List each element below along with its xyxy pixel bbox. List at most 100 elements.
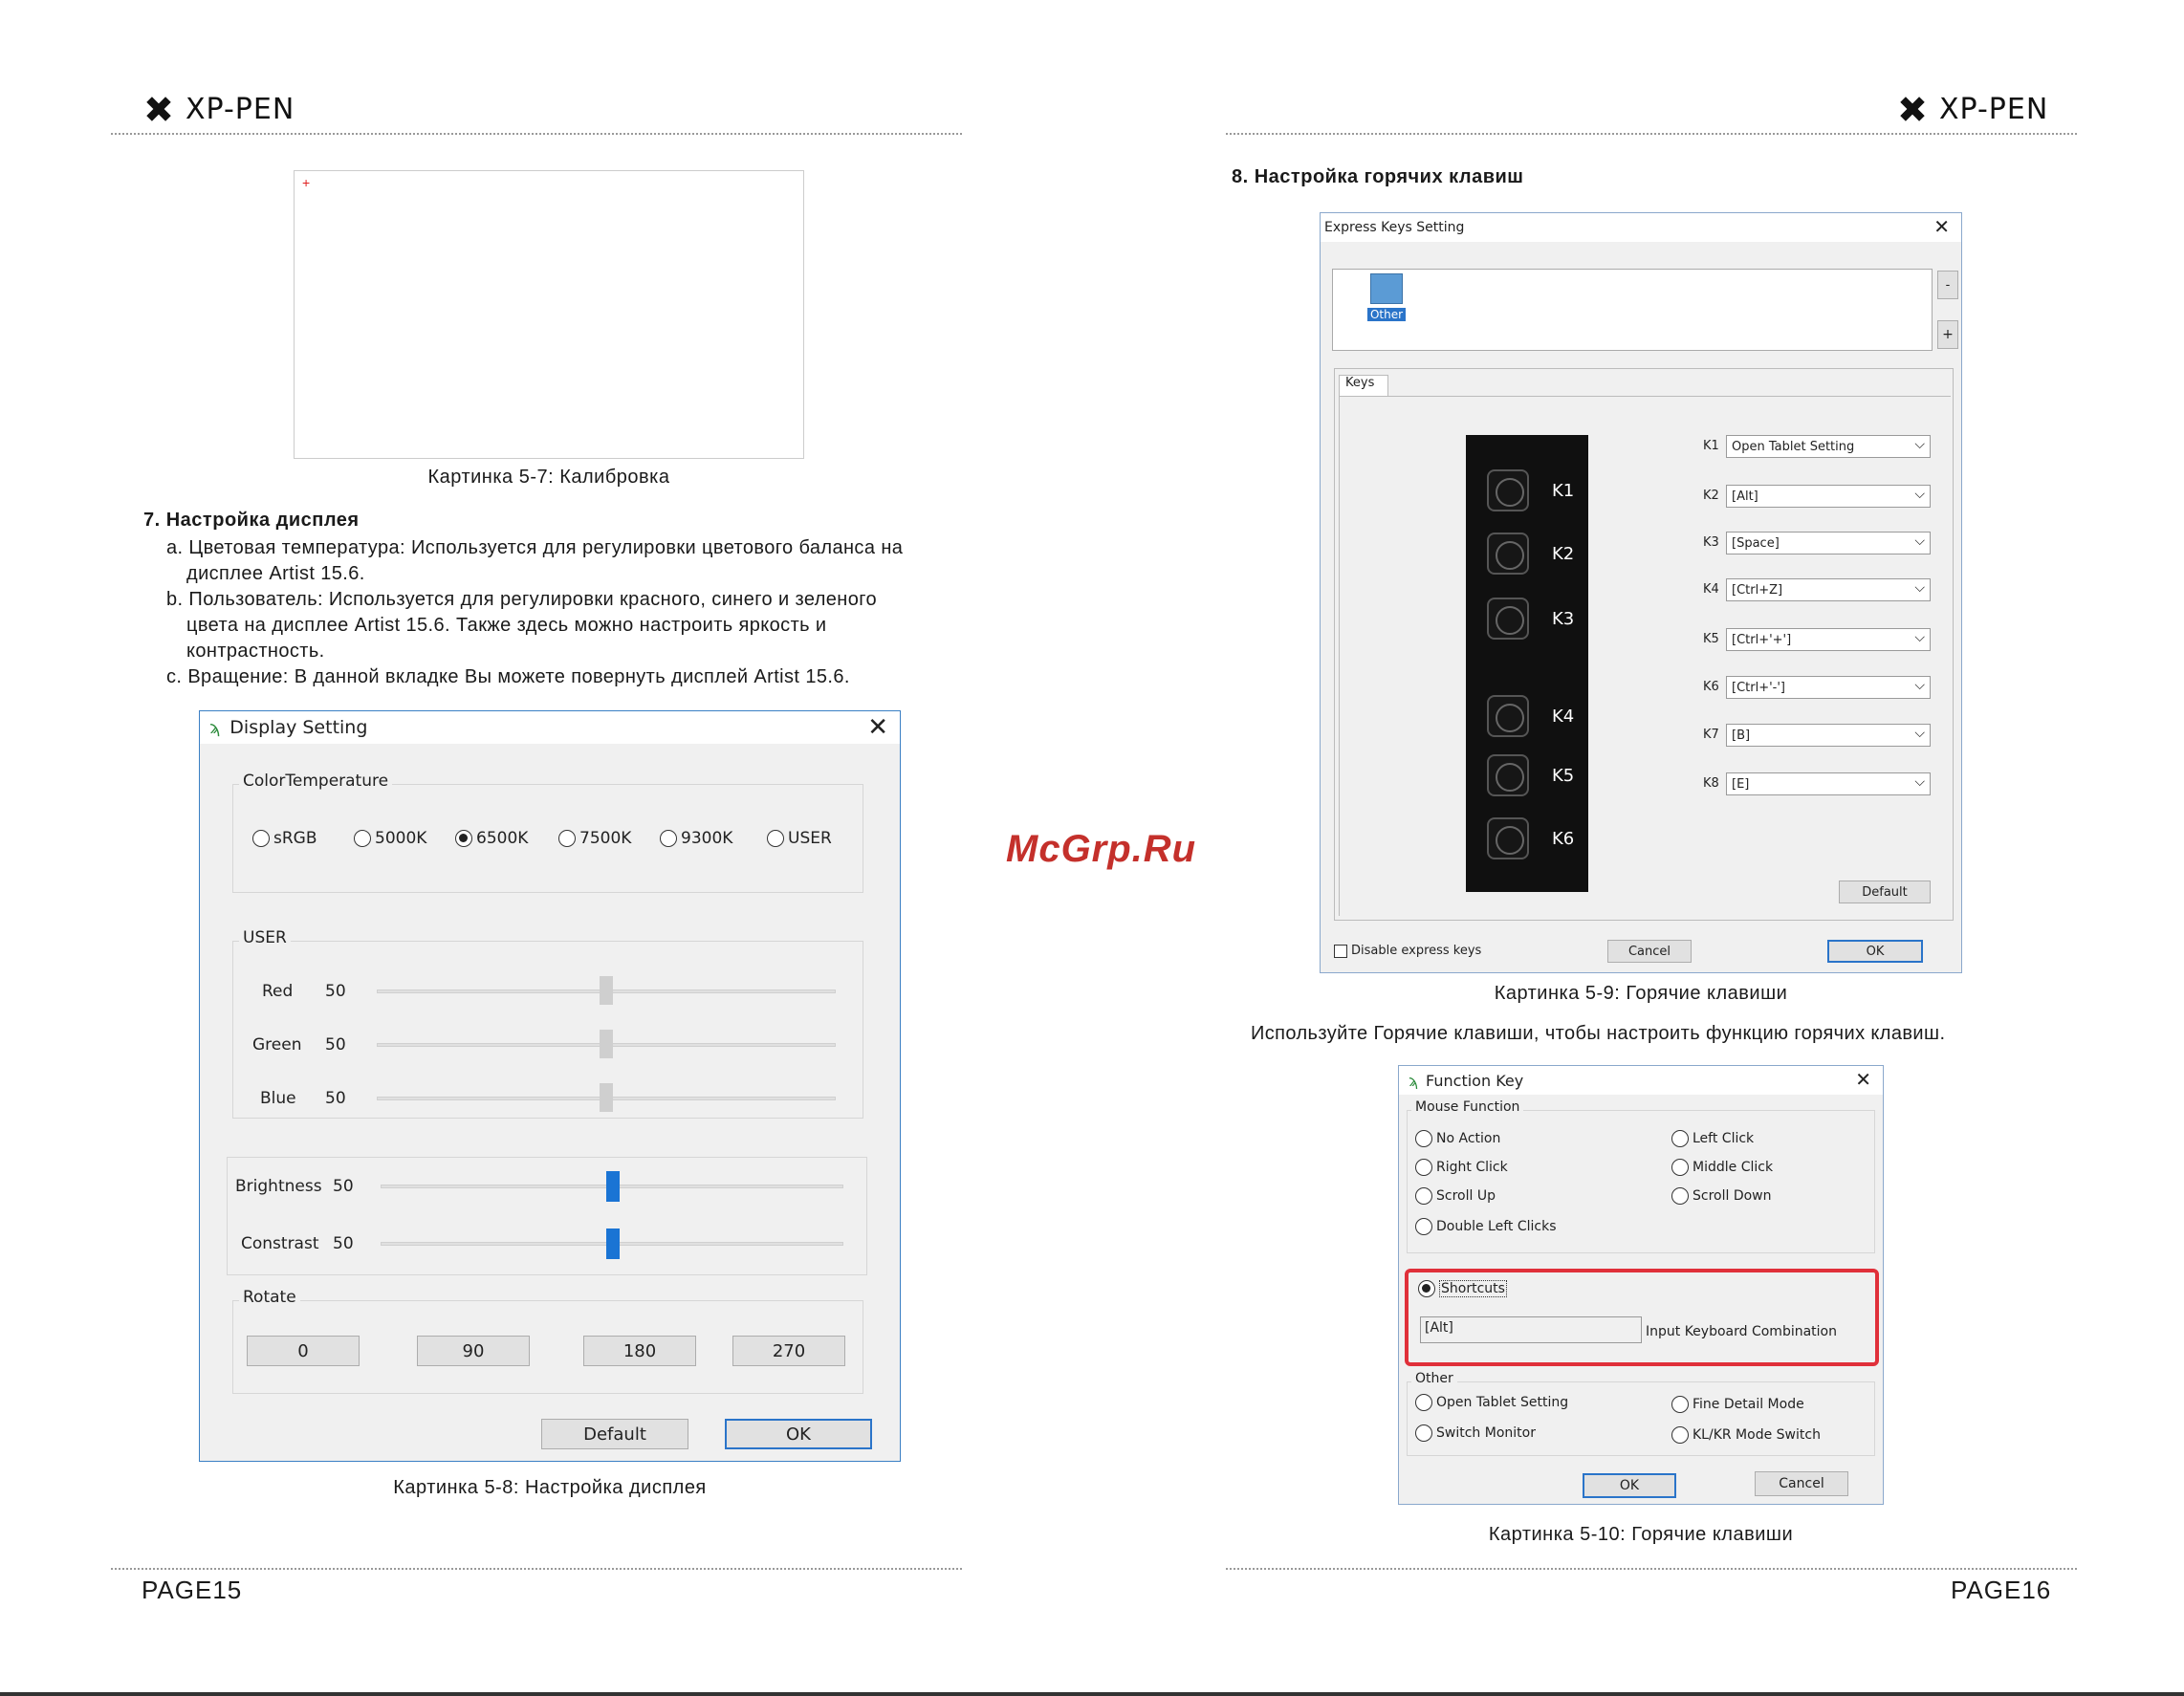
k2-label: K2 xyxy=(1703,489,1719,503)
radio-fine-detail-mode[interactable]: Fine Detail Mode xyxy=(1671,1396,1804,1413)
tablet-key xyxy=(1487,533,1529,575)
radio-circle xyxy=(1415,1218,1432,1235)
blue-value: 50 xyxy=(325,1089,346,1108)
rotate-180-button[interactable]: 180 xyxy=(583,1336,696,1366)
tablet-key xyxy=(1487,754,1529,796)
select-value: [E] xyxy=(1732,776,1750,792)
ok-button[interactable]: OK xyxy=(1583,1473,1676,1498)
brightness-slider-thumb[interactable] xyxy=(606,1171,620,1202)
radio-7500k[interactable]: 7500K xyxy=(558,829,631,848)
radio-no-action[interactable]: No Action xyxy=(1415,1130,1500,1147)
rotate-270-button[interactable]: 270 xyxy=(732,1336,845,1366)
app-item-label: Other xyxy=(1366,308,1407,321)
header-divider-left xyxy=(111,133,962,135)
rotate-90-button[interactable]: 90 xyxy=(417,1336,530,1366)
radio-scroll-down[interactable]: Scroll Down xyxy=(1671,1187,1772,1205)
xp-pen-logo-right: XP-PEN xyxy=(1895,92,2048,126)
radio-label: Open Tablet Setting xyxy=(1436,1395,1569,1410)
contrast-slider-thumb[interactable] xyxy=(606,1229,620,1259)
tab-keys[interactable]: Keys xyxy=(1339,375,1388,396)
k8-select[interactable]: [E] xyxy=(1726,772,1931,795)
radio-circle xyxy=(1415,1394,1432,1411)
radio-label: Double Left Clicks xyxy=(1436,1219,1557,1234)
radio-shortcuts[interactable]: Shortcuts xyxy=(1418,1280,1507,1297)
select-value: Open Tablet Setting xyxy=(1732,439,1855,454)
radio-circle xyxy=(558,830,576,847)
k4-select[interactable]: [Ctrl+Z] xyxy=(1726,578,1931,601)
group-label: USER xyxy=(239,928,291,947)
ok-button[interactable]: OK xyxy=(725,1419,872,1449)
group-label: Other xyxy=(1411,1371,1457,1386)
radio-5000k[interactable]: 5000K xyxy=(354,829,426,848)
radio-label: Switch Monitor xyxy=(1436,1425,1536,1441)
radio-label: Right Click xyxy=(1436,1160,1508,1175)
blue-slider-thumb[interactable] xyxy=(600,1083,613,1112)
section-7-title: 7. Настройка дисплея xyxy=(143,510,360,531)
k7-select[interactable]: [B] xyxy=(1726,724,1931,747)
cancel-button[interactable]: Cancel xyxy=(1755,1471,1848,1496)
k6-select[interactable]: [Ctrl+'-'] xyxy=(1726,676,1931,699)
radio-open-tablet-setting[interactable]: Open Tablet Setting xyxy=(1415,1394,1568,1411)
radio-circle xyxy=(354,830,371,847)
usage-text: Используйте Горячие клавиши, чтобы настр… xyxy=(1251,1023,1946,1044)
app-icon: ϡ xyxy=(1409,1071,1419,1090)
radio-6500k[interactable]: 6500K xyxy=(455,829,528,848)
radio-srgb[interactable]: sRGB xyxy=(252,829,317,848)
disable-express-keys-checkbox[interactable]: Disable express keys xyxy=(1334,944,1481,958)
group-label: Mouse Function xyxy=(1411,1099,1524,1115)
other-group: Other Open Tablet Setting Fine Detail Mo… xyxy=(1407,1371,1875,1456)
k5-label: K5 xyxy=(1703,632,1719,646)
k3-select[interactable]: [Space] xyxy=(1726,532,1931,554)
app-item-other[interactable]: Other xyxy=(1365,273,1408,322)
close-icon[interactable]: ✕ xyxy=(1933,215,1950,238)
radio-circle-selected xyxy=(1418,1280,1435,1297)
shortcut-input[interactable]: [Alt] xyxy=(1420,1316,1642,1343)
select-value: [Ctrl+Z] xyxy=(1732,582,1783,598)
radio-right-click[interactable]: Right Click xyxy=(1415,1159,1508,1176)
default-button[interactable]: Default xyxy=(541,1419,688,1449)
red-slider-thumb[interactable] xyxy=(600,976,613,1005)
select-value: [Alt] xyxy=(1732,489,1758,504)
figure-5-7-caption: Картинка 5-7: Калибровка xyxy=(427,467,670,488)
radio-circle xyxy=(1671,1426,1689,1444)
radio-middle-click[interactable]: Middle Click xyxy=(1671,1159,1773,1176)
tablet-key xyxy=(1487,695,1529,737)
figure-5-8-caption: Картинка 5-8: Настройка дисплея xyxy=(393,1477,707,1498)
shortcuts-highlight: Shortcuts [Alt] Input Keyboard Combinati… xyxy=(1405,1269,1879,1366)
cancel-button[interactable]: Cancel xyxy=(1607,940,1692,963)
radio-kl-kr-mode-switch[interactable]: KL/KR Mode Switch xyxy=(1671,1426,1821,1444)
radio-left-click[interactable]: Left Click xyxy=(1671,1130,1754,1147)
radio-circle xyxy=(660,830,677,847)
radio-circle-selected xyxy=(455,830,472,847)
xp-pen-logo-left: XP-PEN xyxy=(142,92,295,126)
radio-9300k[interactable]: 9300K xyxy=(660,829,732,848)
figure-5-9-caption: Картинка 5-9: Горячие клавиши xyxy=(1494,983,1788,1004)
radio-user[interactable]: USER xyxy=(767,829,832,848)
k2-select[interactable]: [Alt] xyxy=(1726,485,1931,508)
green-slider-thumb[interactable] xyxy=(600,1030,613,1058)
brightness-value: 50 xyxy=(333,1177,354,1196)
ok-button[interactable]: OK xyxy=(1827,940,1923,963)
radio-scroll-up[interactable]: Scroll Up xyxy=(1415,1187,1496,1205)
default-button[interactable]: Default xyxy=(1839,881,1931,903)
radio-circle xyxy=(1415,1424,1432,1442)
k1-select[interactable]: Open Tablet Setting xyxy=(1726,435,1931,458)
rotate-0-button[interactable]: 0 xyxy=(247,1336,360,1366)
dialog-title-bar: ϡ Display Setting ✕ xyxy=(200,711,900,744)
radio-double-left-clicks[interactable]: Double Left Clicks xyxy=(1415,1218,1557,1235)
close-icon[interactable]: ✕ xyxy=(867,713,888,742)
page-number-left: PAGE15 xyxy=(142,1576,243,1604)
radio-circle xyxy=(1671,1396,1689,1413)
radio-switch-monitor[interactable]: Switch Monitor xyxy=(1415,1424,1536,1442)
radio-circle xyxy=(1415,1159,1432,1176)
k1-label: K1 xyxy=(1703,439,1719,453)
checkbox-label: Disable express keys xyxy=(1351,944,1482,958)
add-app-button[interactable]: + xyxy=(1937,320,1958,349)
remove-app-button[interactable]: - xyxy=(1937,271,1958,299)
figure-5-10-caption: Картинка 5-10: Горячие клавиши xyxy=(1488,1524,1794,1545)
rotate-group: Rotate 0 90 180 270 xyxy=(232,1288,863,1394)
radio-circle xyxy=(1671,1130,1689,1147)
k5-select[interactable]: [Ctrl+'+'] xyxy=(1726,628,1931,651)
close-icon[interactable]: ✕ xyxy=(1855,1068,1871,1091)
dialog-title: Display Setting xyxy=(229,717,368,738)
